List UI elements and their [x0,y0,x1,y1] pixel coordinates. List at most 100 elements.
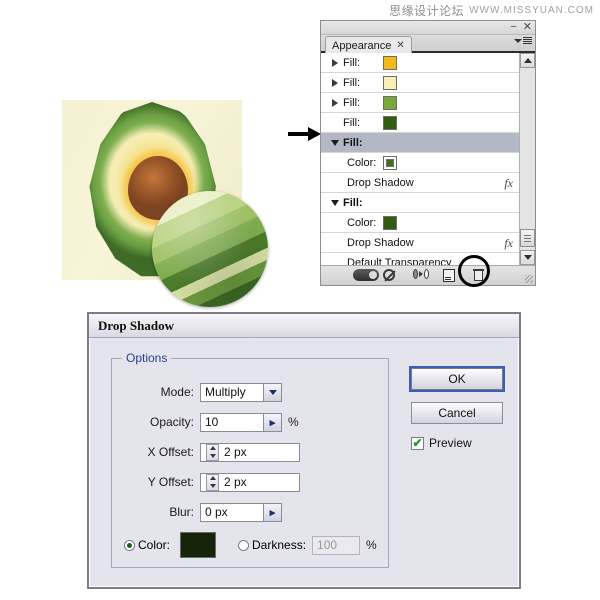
y-offset-stepper[interactable] [206,473,219,491]
disclosure-triangle-icon[interactable] [329,98,341,107]
color-radio[interactable] [124,539,135,551]
options-groupbox: Options Mode: Multiply Opacity: 10 ▸ % X… [111,351,390,568]
x-offset-stepper[interactable] [206,443,219,461]
disclosure-triangle-icon[interactable] [329,199,341,206]
darkness-unit: % [366,538,377,552]
appearance-row[interactable]: Fill: [321,73,519,93]
appearance-row-label: Fill: [343,196,363,209]
color-swatch[interactable] [383,156,397,170]
blur-label: Blur: [169,505,194,519]
y-offset-value: 2 px [224,475,247,489]
hamburger-icon [523,37,532,44]
panel-scrollbar[interactable] [519,53,535,265]
minimize-icon[interactable]: − [510,21,516,33]
watermark-cn-text: 思缘设计论坛 [389,4,465,18]
panel-window-buttons[interactable]: − ✕ [510,21,532,33]
appearance-row[interactable]: Fill: [321,133,519,153]
drop-shadow-dialog[interactable]: Drop Shadow Options Mode: Multiply Opaci… [87,312,521,589]
opacity-popup-arrow-icon[interactable]: ▸ [263,412,282,432]
disclosure-triangle-icon[interactable] [329,58,341,67]
disclosure-triangle-icon[interactable] [329,139,341,146]
panel-titlebar: − ✕ [321,21,535,35]
darkness-input[interactable]: 100 [312,535,361,555]
color-swatch[interactable] [383,216,397,230]
magnifier-shading [152,191,268,307]
new-art-has-basic-appearance-button[interactable] [443,269,459,282]
blur-popup-arrow-icon[interactable]: ▸ [263,502,282,522]
color-swatch[interactable] [383,96,397,110]
appearance-row[interactable]: Color: [321,153,519,173]
preview-label: Preview [429,436,472,450]
options-group-label: Options [122,351,172,365]
clear-appearance-button[interactable] [383,269,399,282]
appearance-panel[interactable]: − ✕ Appearance ✕ Fill: Fill: Fill: Fill: Fil… [320,20,536,286]
resize-grip[interactable] [525,275,533,283]
ok-button[interactable]: OK [411,368,503,390]
panel-footer-toolbar[interactable] [321,265,535,285]
appearance-row-label: Fill: [343,76,361,89]
checkbox-icon[interactable]: ✔ [411,436,424,450]
arrow-shaft [288,132,310,136]
darkness-label: Darkness: [252,538,307,552]
panel-menu-icon[interactable] [514,37,532,44]
appearance-row[interactable]: Drop Shadow fx [321,233,519,253]
opacity-input[interactable]: 10 ▸ [200,412,282,432]
appearance-row[interactable]: Drop Shadow fx [321,173,519,193]
appearance-row-list[interactable]: Fill: Fill: Fill: Fill: Fill: Color: Drop Shad… [321,53,519,273]
color-swatch[interactable] [383,116,397,130]
tab-close-icon[interactable]: ✕ [396,40,404,51]
appearance-row-label: Fill: [343,136,363,149]
appearance-row[interactable]: Fill: [321,53,519,73]
disclosure-triangle-icon[interactable] [329,78,341,87]
chevron-down-icon [523,255,532,260]
delete-button[interactable] [473,269,489,282]
color-swatch[interactable] [180,532,217,558]
appearance-row-label: Color: [347,216,377,229]
opacity-label: Opacity: [149,415,194,429]
scroll-down-button[interactable] [520,250,535,265]
mode-field-row: Mode: Multiply [112,381,390,403]
appearance-row-label: Drop Shadow [347,176,414,189]
duplicate-appearance-button[interactable] [413,269,429,282]
watermark-url-text: WWW.MISSYUAN.COM [469,5,594,16]
color-darkness-row: Color: Darkness: 100 % [112,531,390,559]
mode-select[interactable]: Multiply [200,382,282,402]
darkness-radio[interactable] [238,539,250,551]
close-icon[interactable]: ✕ [523,21,532,33]
chevron-down-icon[interactable] [263,382,282,402]
darkness-value: 100 [317,538,338,552]
appearance-row-label: Drop Shadow [347,236,414,249]
arrow-pointer-icon [288,127,322,141]
toggle-visibility-button[interactable] [353,269,379,282]
x-offset-label: X Offset: [147,445,194,459]
blur-field-row: Blur: 0 px ▸ [112,501,390,523]
appearance-row[interactable]: Fill: [321,113,519,133]
blur-input[interactable]: 0 px ▸ [200,502,282,522]
fx-icon[interactable]: fx [504,236,513,251]
y-offset-input[interactable]: 2 px [200,472,300,492]
appearance-row-label: Color: [347,156,377,169]
chevron-up-icon [523,58,532,63]
scroll-up-button[interactable] [520,53,535,68]
watermark: 思缘设计论坛 WWW.MISSYUAN.COM [389,2,594,19]
appearance-row[interactable]: Fill: [321,193,519,213]
fx-icon[interactable]: fx [504,176,513,191]
x-offset-value: 2 px [224,445,247,459]
y-offset-field-row: Y Offset: 2 px [112,471,390,493]
blur-value: 0 px [205,505,228,519]
x-offset-input[interactable]: 2 px [200,442,300,462]
color-swatch[interactable] [383,76,397,90]
tab-appearance[interactable]: Appearance ✕ [325,36,412,53]
appearance-row[interactable]: Color: [321,213,519,233]
color-swatch[interactable] [383,56,397,70]
preview-checkbox-row[interactable]: ✔ Preview [411,436,503,450]
appearance-row[interactable]: Fill: [321,93,519,113]
dialog-title-bar: Drop Shadow [89,314,519,338]
scrollbar-thumb[interactable] [520,229,535,247]
color-label: Color: [138,538,171,552]
cancel-button[interactable]: Cancel [411,402,503,424]
opacity-field-row: Opacity: 10 ▸ % [112,411,390,433]
avocado-skin-detail-magnifier [152,191,268,307]
mode-value: Multiply [205,385,246,399]
mode-label: Mode: [160,385,194,399]
